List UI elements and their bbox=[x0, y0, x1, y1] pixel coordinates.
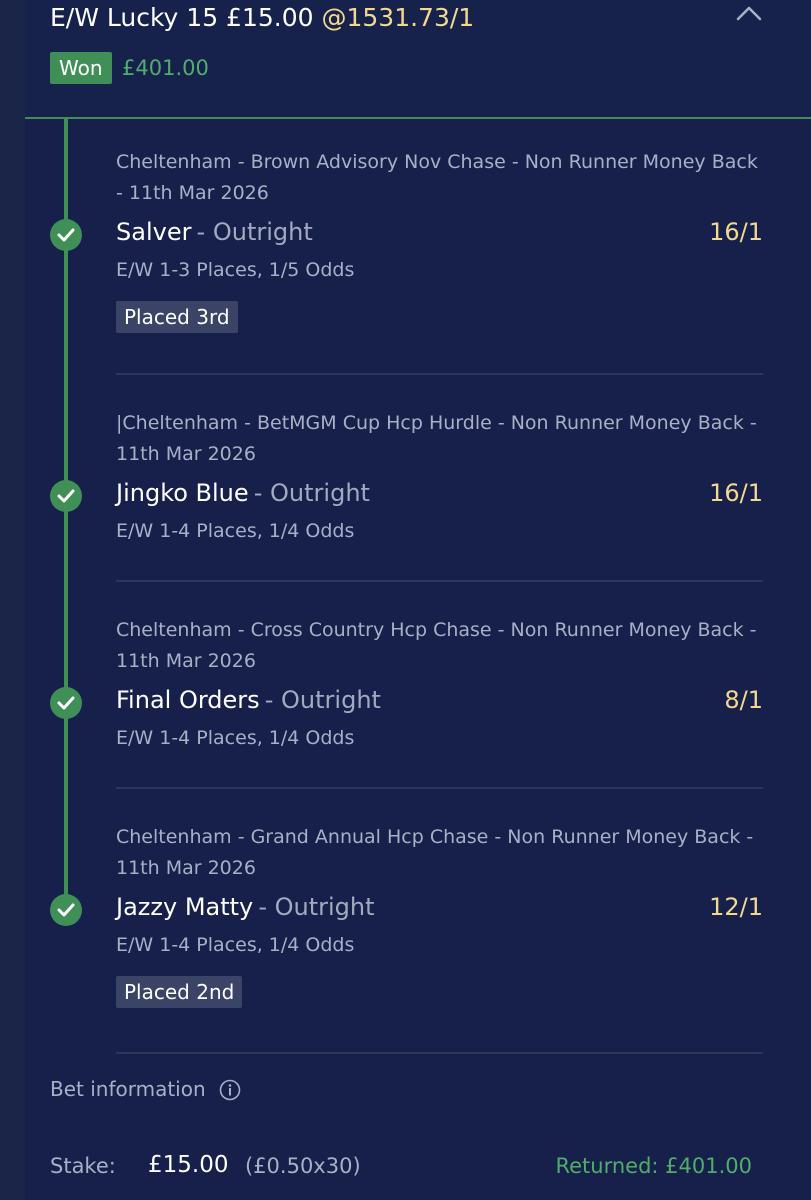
placed-badge: Placed 2nd bbox=[116, 976, 243, 1008]
bet-header[interactable]: E/W Lucky 15 £15.00 @1531.73/1 Won £401.… bbox=[25, 0, 811, 117]
returned-amount: Returned: £401.00 bbox=[555, 1154, 752, 1178]
event-name: Cheltenham - Brown Advisory Nov Chase - … bbox=[116, 151, 758, 204]
selection-odds: 8/1 bbox=[724, 686, 763, 714]
status-badge: Won bbox=[50, 52, 112, 84]
bet-title-row: E/W Lucky 15 £15.00 @1531.73/1 bbox=[50, 3, 474, 32]
selection-item: Cheltenham - Cross Country Hcp Chase - N… bbox=[116, 615, 763, 749]
check-icon bbox=[50, 687, 82, 719]
runner-row: Jazzy Matty - Outright 12/1 bbox=[116, 893, 763, 929]
header-divider bbox=[25, 117, 811, 119]
bet-title: E/W Lucky 15 £15.00 bbox=[50, 3, 314, 32]
check-icon bbox=[50, 219, 82, 251]
bet-card: E/W Lucky 15 £15.00 @1531.73/1 Won £401.… bbox=[25, 0, 811, 1200]
event-name: Cheltenham - Grand Annual Hcp Chase - No… bbox=[116, 826, 754, 879]
runner-name: Jingko Blue bbox=[116, 479, 249, 507]
runner-row: Jingko Blue - Outright 16/1 bbox=[116, 479, 763, 515]
won-amount: £401.00 bbox=[122, 56, 209, 80]
each-way-terms: E/W 1-4 Places, 1/4 Odds bbox=[116, 520, 355, 542]
selection-odds: 16/1 bbox=[709, 479, 763, 507]
selection-divider bbox=[116, 1052, 763, 1054]
selection-odds: 16/1 bbox=[709, 218, 763, 246]
runner-row: Final Orders - Outright 8/1 bbox=[116, 686, 763, 722]
runner-name: Jazzy Matty bbox=[116, 893, 254, 921]
each-way-terms: E/W 1-4 Places, 1/4 Odds bbox=[116, 934, 355, 956]
selection-divider bbox=[116, 580, 763, 582]
chevron-up-icon[interactable] bbox=[736, 4, 762, 22]
selection-divider bbox=[116, 373, 763, 375]
stake-detail: (£0.50x30) bbox=[245, 1154, 361, 1178]
selection-item: Cheltenham - Brown Advisory Nov Chase - … bbox=[116, 147, 763, 333]
check-icon bbox=[50, 894, 82, 926]
each-way-terms: E/W 1-4 Places, 1/4 Odds bbox=[116, 727, 355, 749]
bet-information-label: Bet information bbox=[50, 1077, 206, 1101]
selection-odds: 12/1 bbox=[709, 893, 763, 921]
event-name: |Cheltenham - BetMGM Cup Hcp Hurdle - No… bbox=[116, 412, 757, 465]
each-way-terms: E/W 1-3 Places, 1/5 Odds bbox=[116, 259, 355, 281]
bet-odds: @1531.73/1 bbox=[321, 3, 475, 32]
selection-divider bbox=[116, 787, 763, 789]
market-name: - Outright bbox=[258, 893, 375, 921]
runner-row: Salver - Outright 16/1 bbox=[116, 218, 763, 254]
event-name: Cheltenham - Cross Country Hcp Chase - N… bbox=[116, 619, 757, 672]
selection-item: |Cheltenham - BetMGM Cup Hcp Hurdle - No… bbox=[116, 408, 763, 542]
market-name: - Outright bbox=[264, 686, 381, 714]
market-name: - Outright bbox=[253, 479, 370, 507]
stake-label: Stake: bbox=[50, 1154, 116, 1178]
check-icon bbox=[50, 480, 82, 512]
runner-name: Salver bbox=[116, 218, 192, 246]
placed-badge: Placed 3rd bbox=[116, 301, 238, 333]
runner-name: Final Orders bbox=[116, 686, 260, 714]
info-icon[interactable] bbox=[219, 1079, 241, 1101]
stake-value: £15.00 bbox=[148, 1152, 229, 1178]
selection-item: Cheltenham - Grand Annual Hcp Chase - No… bbox=[116, 822, 763, 1008]
market-name: - Outright bbox=[196, 218, 313, 246]
